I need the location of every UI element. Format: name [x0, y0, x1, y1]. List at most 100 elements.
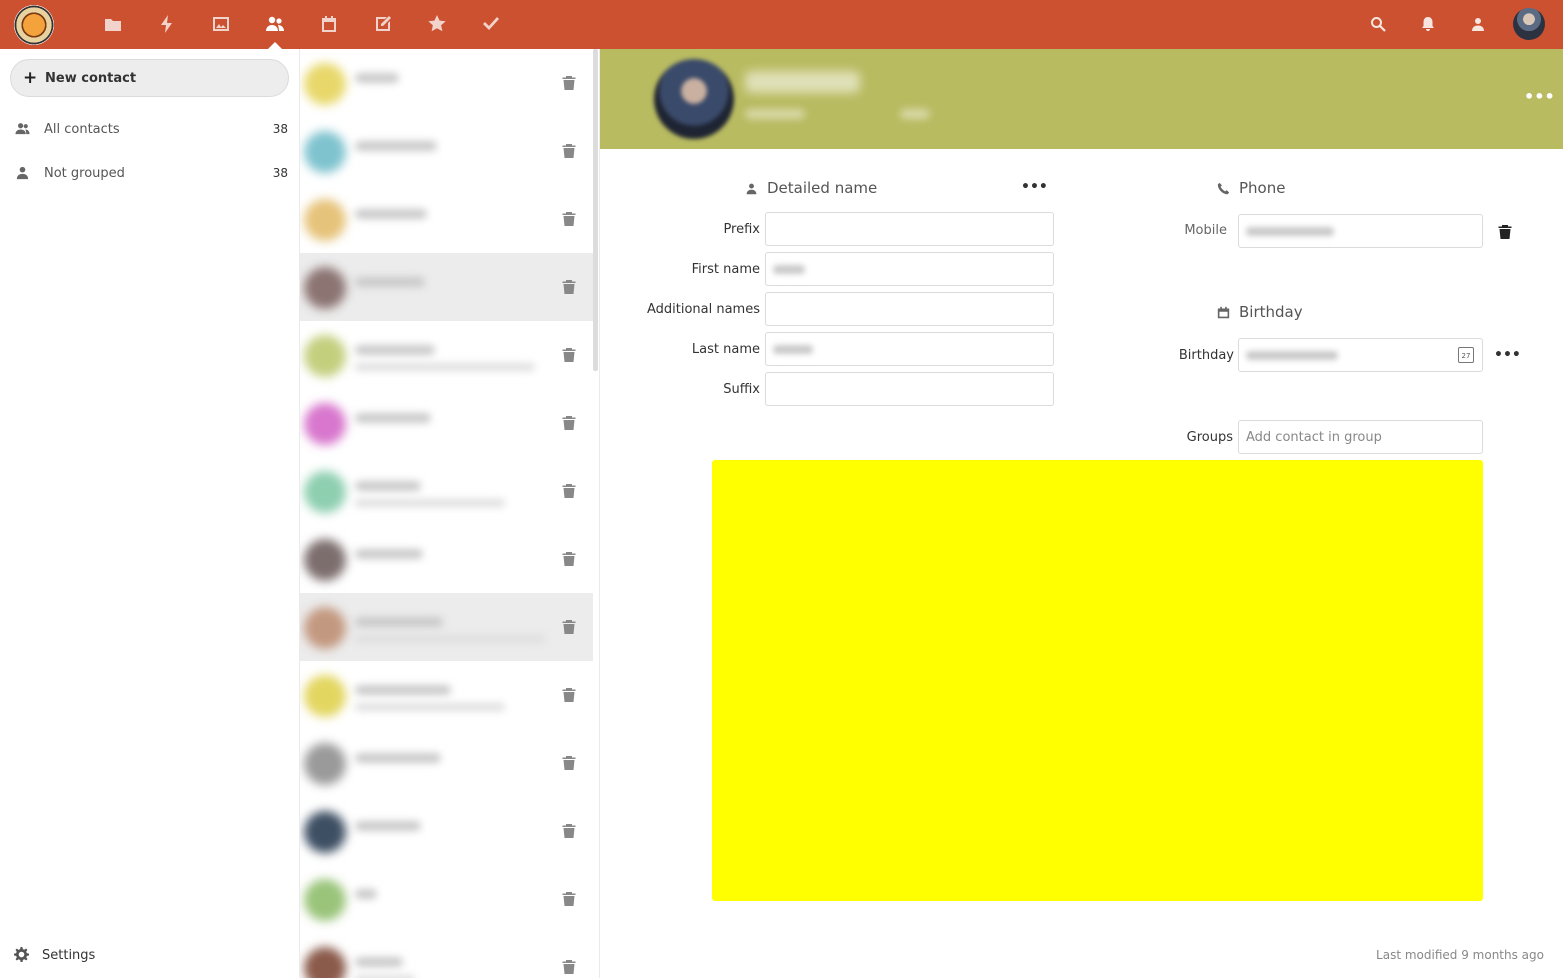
contact-list-item[interactable] — [300, 525, 593, 593]
contact-name-redacted — [355, 685, 451, 695]
user-avatar[interactable] — [1513, 8, 1545, 40]
prefix-field[interactable] — [765, 212, 1054, 246]
person-icon — [15, 165, 31, 181]
delete-contact-icon[interactable] — [562, 415, 578, 431]
contact-list-item[interactable] — [300, 797, 593, 865]
contact-avatar[interactable] — [654, 59, 734, 139]
phone-icon — [1217, 180, 1233, 196]
new-contact-button[interactable]: + New contact — [10, 59, 289, 97]
delete-contact-icon[interactable] — [562, 483, 578, 499]
phone-field[interactable] — [1238, 214, 1483, 248]
contact-list-item[interactable] — [300, 321, 593, 389]
last-name-label: Last name — [691, 342, 760, 357]
nav-item-count: 38 — [272, 122, 288, 136]
contact-list-item[interactable] — [300, 185, 593, 253]
contact-list-item[interactable] — [300, 457, 593, 525]
additional-names-field[interactable] — [765, 292, 1054, 326]
app-logo[interactable] — [14, 5, 54, 45]
nav-item-label: Not grouped — [44, 165, 125, 181]
delete-contact-icon[interactable] — [562, 347, 578, 363]
contact-name-redacted — [355, 549, 423, 559]
contact-list-item[interactable] — [300, 253, 593, 321]
contacts-list-scrollbar[interactable] — [593, 49, 598, 371]
delete-contact-icon[interactable] — [562, 619, 578, 635]
contact-avatar — [304, 947, 346, 978]
suffix-field[interactable] — [765, 372, 1054, 406]
groups-label: Groups — [1186, 430, 1233, 445]
search-icon[interactable] — [1368, 14, 1388, 34]
contact-avatar — [304, 743, 346, 785]
favorites-icon[interactable] — [425, 12, 449, 36]
activity-icon[interactable] — [155, 12, 179, 36]
birthday-value-redacted — [1246, 350, 1338, 360]
contact-full-name-redacted[interactable] — [745, 71, 860, 93]
calendar-icon[interactable] — [317, 12, 341, 36]
contacts-menu-icon[interactable] — [1468, 14, 1488, 34]
contact-title-redacted[interactable] — [900, 109, 930, 119]
contact-list-item[interactable] — [300, 389, 593, 457]
last-name-field[interactable] — [765, 332, 1054, 366]
more-options-icon[interactable]: ••• — [1524, 89, 1555, 109]
contact-list-item[interactable] — [300, 661, 593, 729]
birthday-more-icon[interactable]: ••• — [1494, 348, 1521, 365]
tasks-icon[interactable] — [479, 12, 503, 36]
birthday-label: Birthday — [1178, 348, 1234, 363]
plus-icon: + — [23, 68, 38, 88]
contact-name-redacted — [355, 753, 441, 763]
birthday-field[interactable]: 27 — [1238, 338, 1483, 372]
nav-item-not-grouped[interactable]: Not grouped 38 — [0, 151, 300, 195]
groups-field[interactable]: Add contact in group — [1238, 420, 1483, 454]
contacts-icon[interactable] — [263, 12, 287, 36]
delete-contact-icon[interactable] — [562, 143, 578, 159]
app-navigation: + New contact All contacts 38 Not groupe… — [0, 49, 300, 978]
first-name-field[interactable] — [765, 252, 1054, 286]
contact-name-redacted — [355, 73, 399, 83]
contact-list-item[interactable] — [300, 865, 593, 933]
delete-contact-icon[interactable] — [562, 823, 578, 839]
delete-contact-icon[interactable] — [562, 687, 578, 703]
groups-placeholder: Add contact in group — [1246, 429, 1382, 445]
phone-type-label[interactable]: Mobile — [1150, 223, 1227, 238]
date-picker-icon[interactable]: 27 — [1458, 347, 1474, 363]
contact-avatar — [304, 199, 346, 241]
delete-contact-icon[interactable] — [562, 75, 578, 91]
first-name-label: First name — [691, 262, 760, 277]
nav-item-count: 38 — [272, 166, 288, 180]
contact-list-item[interactable] — [300, 117, 593, 185]
files-icon[interactable] — [101, 12, 125, 36]
notifications-icon[interactable] — [1418, 14, 1438, 34]
delete-contact-icon[interactable] — [562, 551, 578, 567]
contact-avatar — [304, 675, 346, 717]
phone-section-title: Phone — [1217, 179, 1285, 197]
delete-phone-icon[interactable] — [1498, 224, 1514, 240]
contact-list-item[interactable] — [300, 593, 593, 661]
contact-name-redacted — [355, 209, 427, 219]
delete-contact-icon[interactable] — [562, 279, 578, 295]
gallery-icon[interactable] — [209, 12, 233, 36]
detailed-name-more-icon[interactable]: ••• — [1021, 180, 1048, 197]
nav-item-label: All contacts — [44, 121, 120, 137]
last-name-value-redacted — [773, 344, 813, 354]
contact-list-item[interactable] — [300, 49, 593, 117]
first-name-value-redacted — [773, 264, 805, 274]
nav-item-all-contacts[interactable]: All contacts 38 — [0, 107, 300, 151]
contact-avatar — [304, 267, 346, 309]
contact-avatar — [304, 879, 346, 921]
contact-avatar — [304, 539, 346, 581]
person-icon — [745, 180, 761, 196]
settings-button[interactable]: Settings — [0, 935, 300, 975]
delete-contact-icon[interactable] — [562, 891, 578, 907]
contact-organization-redacted[interactable] — [745, 109, 805, 119]
delete-contact-icon[interactable] — [562, 755, 578, 771]
delete-contact-icon[interactable] — [562, 211, 578, 227]
highlighted-content-area — [712, 460, 1483, 901]
last-modified-text: Last modified 9 months ago — [1376, 948, 1544, 962]
notes-icon[interactable] — [371, 12, 395, 36]
contact-email-redacted — [355, 703, 505, 711]
delete-contact-icon[interactable] — [562, 959, 578, 975]
gear-icon — [14, 947, 30, 963]
contact-avatar — [304, 471, 346, 513]
contact-list-item[interactable] — [300, 729, 593, 797]
contact-list-item[interactable] — [300, 933, 593, 978]
contact-email-redacted — [355, 363, 535, 371]
